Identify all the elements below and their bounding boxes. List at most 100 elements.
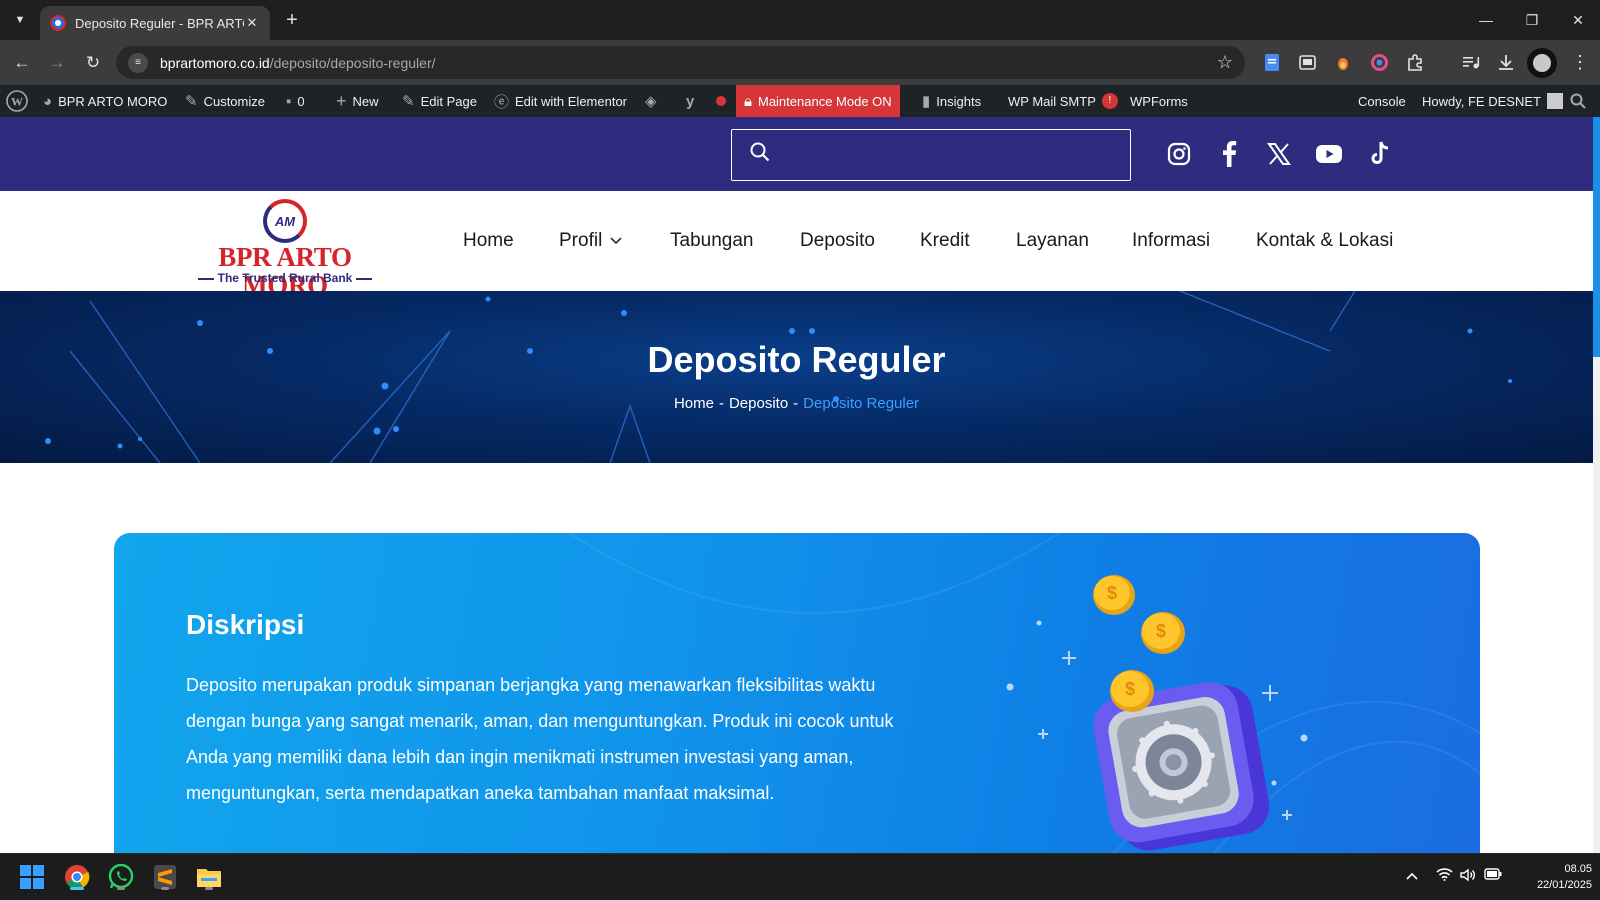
ab-customize[interactable]: ✎ Customize <box>185 85 265 117</box>
yoast-icon[interactable]: y <box>686 85 700 117</box>
nav-kredit[interactable]: Kredit <box>920 221 970 261</box>
screen-extension-icon[interactable] <box>1297 52 1317 72</box>
ab-howdy-label: Howdy, FE DESNET <box>1422 93 1541 109</box>
ab-wpforms[interactable]: WPForms <box>1130 85 1188 117</box>
site-favicon-icon <box>50 15 66 31</box>
site-top-bar <box>0 117 1593 191</box>
profile-avatar[interactable] <box>1527 48 1557 78</box>
battery-icon[interactable] <box>1484 868 1502 883</box>
svg-text:W: W <box>11 95 23 109</box>
whatsapp-taskbar-icon[interactable] <box>106 862 136 892</box>
coin-icon: $ <box>1093 575 1135 615</box>
downloads-icon[interactable] <box>1496 52 1516 72</box>
nav-profil[interactable]: Profil <box>559 221 622 261</box>
comment-icon: ▪ <box>286 92 292 110</box>
x-twitter-icon[interactable] <box>1262 137 1296 171</box>
forward-button[interactable]: → <box>44 50 70 76</box>
search-icon <box>750 142 770 168</box>
nav-deposito[interactable]: Deposito <box>800 221 875 261</box>
url-host: bprartomoro.co.id <box>160 54 270 71</box>
ab-insights[interactable]: ▮ Insights <box>922 85 981 117</box>
flame-extension-icon[interactable] <box>1333 52 1353 72</box>
ab-comments-count: 0 <box>297 93 305 109</box>
elementor-icon: ⓔ <box>494 93 510 111</box>
diamond-icon[interactable]: ◈ <box>645 85 663 117</box>
wp-admin-bar: W ◕ BPR ARTO MORO ✎ Customize ▪ 0 + New … <box>0 85 1600 117</box>
nav-layanan[interactable]: Layanan <box>1016 221 1089 261</box>
status-dot-icon[interactable] <box>716 85 726 117</box>
system-clock[interactable]: 08.05 22/01/2025 <box>1510 861 1592 893</box>
svg-text:$: $ <box>1156 621 1166 641</box>
ab-maintenance-label: Maintenance Mode ON <box>757 93 892 109</box>
bookmark-star-icon[interactable]: ☆ <box>1217 52 1233 73</box>
page-title: Deposito Reguler <box>647 339 946 380</box>
site-info-icon[interactable]: ≡ <box>128 52 148 73</box>
dashboard-icon: ◕ <box>43 92 53 110</box>
section-body: Deposito merupakan produk simpanan berja… <box>186 675 894 803</box>
tab-title: Deposito Reguler - BPR ARTO MORO <box>75 15 244 31</box>
ab-wp-mail-smtp[interactable]: WP Mail SMTP ! <box>1008 85 1118 117</box>
nav-tabungan[interactable]: Tabungan <box>670 221 753 261</box>
ab-console[interactable]: Console <box>1358 85 1406 117</box>
color-extension-icon[interactable] <box>1369 52 1389 72</box>
site-search[interactable] <box>731 129 1131 181</box>
wifi-icon[interactable] <box>1436 868 1453 884</box>
chrome-menu-icon[interactable]: ⋮ <box>1570 52 1590 72</box>
browser-tab-active[interactable]: Deposito Reguler - BPR ARTO MORO ✕ <box>40 6 270 40</box>
ab-wp-mail-smtp-label: WP Mail SMTP <box>1008 93 1096 109</box>
breadcrumb-home[interactable]: Home <box>674 395 714 412</box>
file-explorer-taskbar-icon[interactable] <box>194 862 224 892</box>
site-logo[interactable]: AM BPR ARTO MORO The Trusted Rural Bank <box>185 199 385 299</box>
coin-icon: $ <box>1141 612 1185 654</box>
wp-logo-icon[interactable]: W <box>6 85 28 117</box>
ab-wpforms-label: WPForms <box>1130 93 1188 109</box>
tray-overflow-chevron-icon[interactable] <box>1406 868 1418 883</box>
docs-extension-icon[interactable] <box>1262 52 1282 72</box>
lock-icon: 🔒︎ <box>744 92 752 110</box>
nav-kontak-lokasi[interactable]: Kontak & Lokasi <box>1256 221 1393 261</box>
back-button[interactable]: ← <box>9 50 35 76</box>
instagram-icon[interactable] <box>1162 137 1196 171</box>
browser-toolbar: ← → ↻ ≡ bprartomoro.co.id/deposito/depos… <box>0 40 1600 85</box>
clock-date: 22/01/2025 <box>1536 879 1592 891</box>
tab-close-icon[interactable]: ✕ <box>244 15 260 31</box>
new-tab-button[interactable]: + <box>280 9 304 33</box>
clock-time: 08.05 <box>1564 863 1592 875</box>
chrome-taskbar-icon[interactable] <box>62 862 92 892</box>
nav-home[interactable]: Home <box>463 221 514 261</box>
extensions-puzzle-icon[interactable] <box>1405 52 1425 72</box>
minimize-button[interactable]: — <box>1463 0 1509 40</box>
ab-edit-elementor[interactable]: ⓔ Edit with Elementor <box>494 85 627 117</box>
ab-comments[interactable]: ▪ 0 <box>286 85 305 117</box>
ab-new[interactable]: + New <box>336 85 379 117</box>
tiktok-icon[interactable] <box>1363 137 1397 171</box>
ab-edit-page[interactable]: ✎ Edit Page <box>402 85 477 117</box>
window-close-button[interactable]: ✕ <box>1555 0 1600 40</box>
youtube-icon[interactable] <box>1312 137 1346 171</box>
site-search-input[interactable] <box>782 135 1102 175</box>
windows-start-icon[interactable] <box>17 862 47 892</box>
ab-site-name[interactable]: ◕ BPR ARTO MORO <box>43 85 167 117</box>
nav-informasi[interactable]: Informasi <box>1132 221 1210 261</box>
sublime-taskbar-icon[interactable] <box>150 862 180 892</box>
logo-tagline: The Trusted Rural Bank <box>185 271 385 285</box>
volume-icon[interactable] <box>1460 868 1476 885</box>
restore-button[interactable]: ❐ <box>1509 0 1555 40</box>
reload-button[interactable]: ↻ <box>80 50 106 76</box>
ab-search-icon[interactable] <box>1570 85 1586 117</box>
tab-search-button[interactable]: ▼ <box>8 8 32 32</box>
chevron-down-icon <box>610 234 622 248</box>
ab-howdy[interactable]: Howdy, FE DESNET <box>1422 85 1563 117</box>
svg-text:$: $ <box>1107 583 1117 603</box>
description-card: $ $ $ Diskripsi Deposito merupakan produ… <box>114 533 1480 853</box>
ab-customize-label: Customize <box>203 93 265 109</box>
breadcrumb-deposito[interactable]: Deposito <box>729 395 788 412</box>
ab-maintenance-mode[interactable]: 🔒︎ Maintenance Mode ON <box>736 85 900 117</box>
address-bar[interactable]: ≡ bprartomoro.co.id/deposito/deposito-re… <box>116 46 1245 79</box>
user-avatar <box>1546 93 1563 109</box>
scrollbar-thumb[interactable] <box>1593 117 1600 357</box>
facebook-icon[interactable] <box>1212 137 1246 171</box>
page-scrollbar[interactable] <box>1593 117 1600 853</box>
ab-edit-page-label: Edit Page <box>420 93 477 109</box>
media-control-icon[interactable] <box>1461 52 1481 72</box>
